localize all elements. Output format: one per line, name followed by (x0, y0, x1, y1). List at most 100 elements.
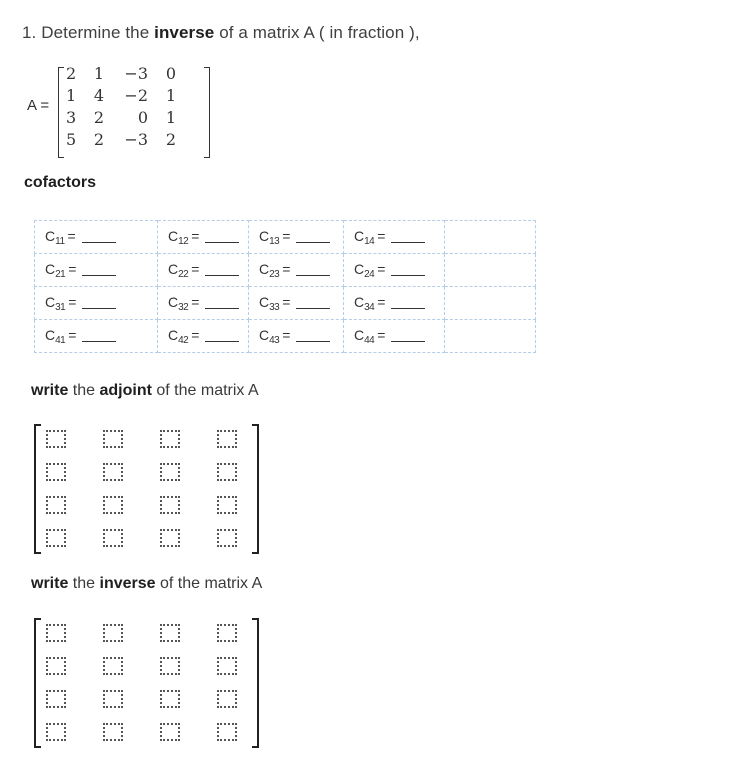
cofactor-answer-blank[interactable] (81, 241, 116, 243)
question-title: 1. Determine the inverse of a matrix A (… (22, 23, 420, 43)
cofactor-label: C34 = (354, 293, 385, 313)
inverse-entry-input[interactable] (217, 723, 237, 741)
matrix-a-entry: −2 (124, 86, 148, 105)
inverse-heading-the: the (72, 575, 96, 592)
cofactor-subscript: 32 (178, 301, 189, 313)
cofactor-symbol: C (45, 326, 56, 343)
matrix-a-entry: 1 (165, 86, 176, 105)
adjoint-entry-input[interactable] (160, 463, 180, 481)
cofactor-symbol: C (259, 227, 270, 244)
matrix-a-entries: 2 1 −3 0 1 4 −2 1 3 2 0 1 5 2 −3 2 (66, 64, 202, 152)
cofactor-answer-blank[interactable] (82, 340, 117, 342)
adjoint-entry-input[interactable] (103, 529, 123, 547)
adjoint-entry-input[interactable] (103, 430, 123, 448)
empty-cell (444, 220, 536, 254)
cofactor-answer-blank[interactable] (391, 241, 426, 243)
cofactor-answer-blank[interactable] (391, 307, 426, 309)
cofactor-label: C42 = (168, 326, 200, 346)
adjoint-entry-input[interactable] (217, 529, 237, 547)
cofactor-subscript: 33 (269, 301, 280, 313)
adjoint-entry-input[interactable] (160, 496, 180, 514)
adjoint-entry-input[interactable] (160, 430, 180, 448)
cofactor-answer-blank[interactable] (205, 307, 240, 309)
cofactor-symbol: C (354, 293, 365, 310)
right-bracket (204, 67, 210, 158)
adjoint-entry-input[interactable] (46, 463, 66, 481)
cofactor-answer-blank[interactable] (82, 307, 117, 309)
cofactor-cell: C34 = (343, 286, 445, 320)
equals-sign: = (191, 326, 200, 343)
matrix-a-entry: 0 (137, 108, 148, 127)
adjoint-entry-input[interactable] (46, 529, 66, 547)
cofactor-answer-blank[interactable] (205, 241, 240, 243)
adjoint-entry-input[interactable] (46, 496, 66, 514)
inverse-entry-input[interactable] (217, 624, 237, 642)
inverse-entry-input[interactable] (160, 690, 180, 708)
equals-sign: = (282, 293, 291, 310)
equals-sign: = (282, 326, 291, 343)
cofactor-subscript: 13 (269, 235, 280, 247)
inverse-entry-input[interactable] (103, 723, 123, 741)
cofactor-cell: C31 = (34, 286, 158, 320)
cofactor-subscript: 21 (55, 268, 66, 280)
inverse-entry-input[interactable] (160, 624, 180, 642)
cofactor-answer-blank[interactable] (205, 340, 240, 342)
matrix-a-entry: 5 (66, 130, 77, 149)
adjoint-entry-input[interactable] (103, 463, 123, 481)
cofactor-subscript: 44 (364, 334, 375, 346)
matrix-a-entry: 2 (93, 130, 104, 149)
adjoint-entry-input[interactable] (217, 496, 237, 514)
cofactors-heading: cofactors (24, 174, 97, 191)
inverse-entry-input[interactable] (103, 690, 123, 708)
matrix-a-label: A = (27, 97, 50, 114)
inverse-matrix (34, 618, 259, 748)
cofactor-symbol: C (259, 293, 270, 310)
cofactor-answer-blank[interactable] (391, 340, 426, 342)
cofactor-cell: C22 = (157, 253, 249, 287)
cofactor-row: C21 = C22 = C23 = C24 = (34, 253, 536, 287)
inverse-entry-input[interactable] (160, 723, 180, 741)
question-number: 1. (22, 23, 37, 42)
adjoint-heading-keyword: adjoint (99, 382, 152, 399)
inverse-entry-input[interactable] (46, 723, 66, 741)
cofactor-answer-blank[interactable] (296, 274, 331, 276)
cofactor-answer-blank[interactable] (296, 307, 331, 309)
matrix-a-entry: 0 (165, 64, 176, 83)
inverse-entry-input[interactable] (46, 690, 66, 708)
inverse-entry-input[interactable] (217, 690, 237, 708)
inverse-entry-input[interactable] (103, 657, 123, 675)
adjoint-entry-input[interactable] (160, 529, 180, 547)
left-bracket (58, 67, 64, 158)
cofactor-cell: C33 = (248, 286, 344, 320)
adjoint-heading: write the adjoint of the matrix A (31, 382, 259, 400)
matrix-a-entry: 2 (165, 130, 176, 149)
cofactor-cell: C41 = (34, 319, 158, 353)
cofactor-subscript: 31 (55, 301, 66, 313)
inverse-entry-input[interactable] (217, 657, 237, 675)
adjoint-heading-the: the (72, 382, 96, 399)
cofactor-answer-blank[interactable] (391, 274, 426, 276)
inverse-entry-input[interactable] (46, 657, 66, 675)
adjoint-entry-input[interactable] (217, 463, 237, 481)
inverse-entry-input[interactable] (46, 624, 66, 642)
equals-sign: = (68, 293, 77, 310)
cofactor-answer-blank[interactable] (296, 340, 331, 342)
matrix-a-entry: −3 (124, 130, 148, 149)
cofactor-row: C11 = C12 = C13 = C14 = (34, 220, 536, 254)
cofactor-cell: C24 = (343, 253, 445, 287)
cofactor-subscript: 23 (269, 268, 280, 280)
cofactor-subscript: 24 (364, 268, 375, 280)
cofactor-answer-blank[interactable] (82, 274, 117, 276)
cofactor-answer-blank[interactable] (205, 274, 240, 276)
equals-sign: = (377, 227, 386, 244)
inverse-heading: write the inverse of the matrix A (31, 575, 262, 593)
cofactor-answer-blank[interactable] (296, 241, 331, 243)
adjoint-entry-input[interactable] (103, 496, 123, 514)
adjoint-entry-input[interactable] (217, 430, 237, 448)
adjoint-entry-input[interactable] (46, 430, 66, 448)
cofactor-symbol: C (354, 227, 365, 244)
inverse-entry-input[interactable] (160, 657, 180, 675)
inverse-entry-input[interactable] (103, 624, 123, 642)
cofactor-symbol: C (259, 260, 270, 277)
matrix-a-entry: 1 (66, 86, 77, 105)
